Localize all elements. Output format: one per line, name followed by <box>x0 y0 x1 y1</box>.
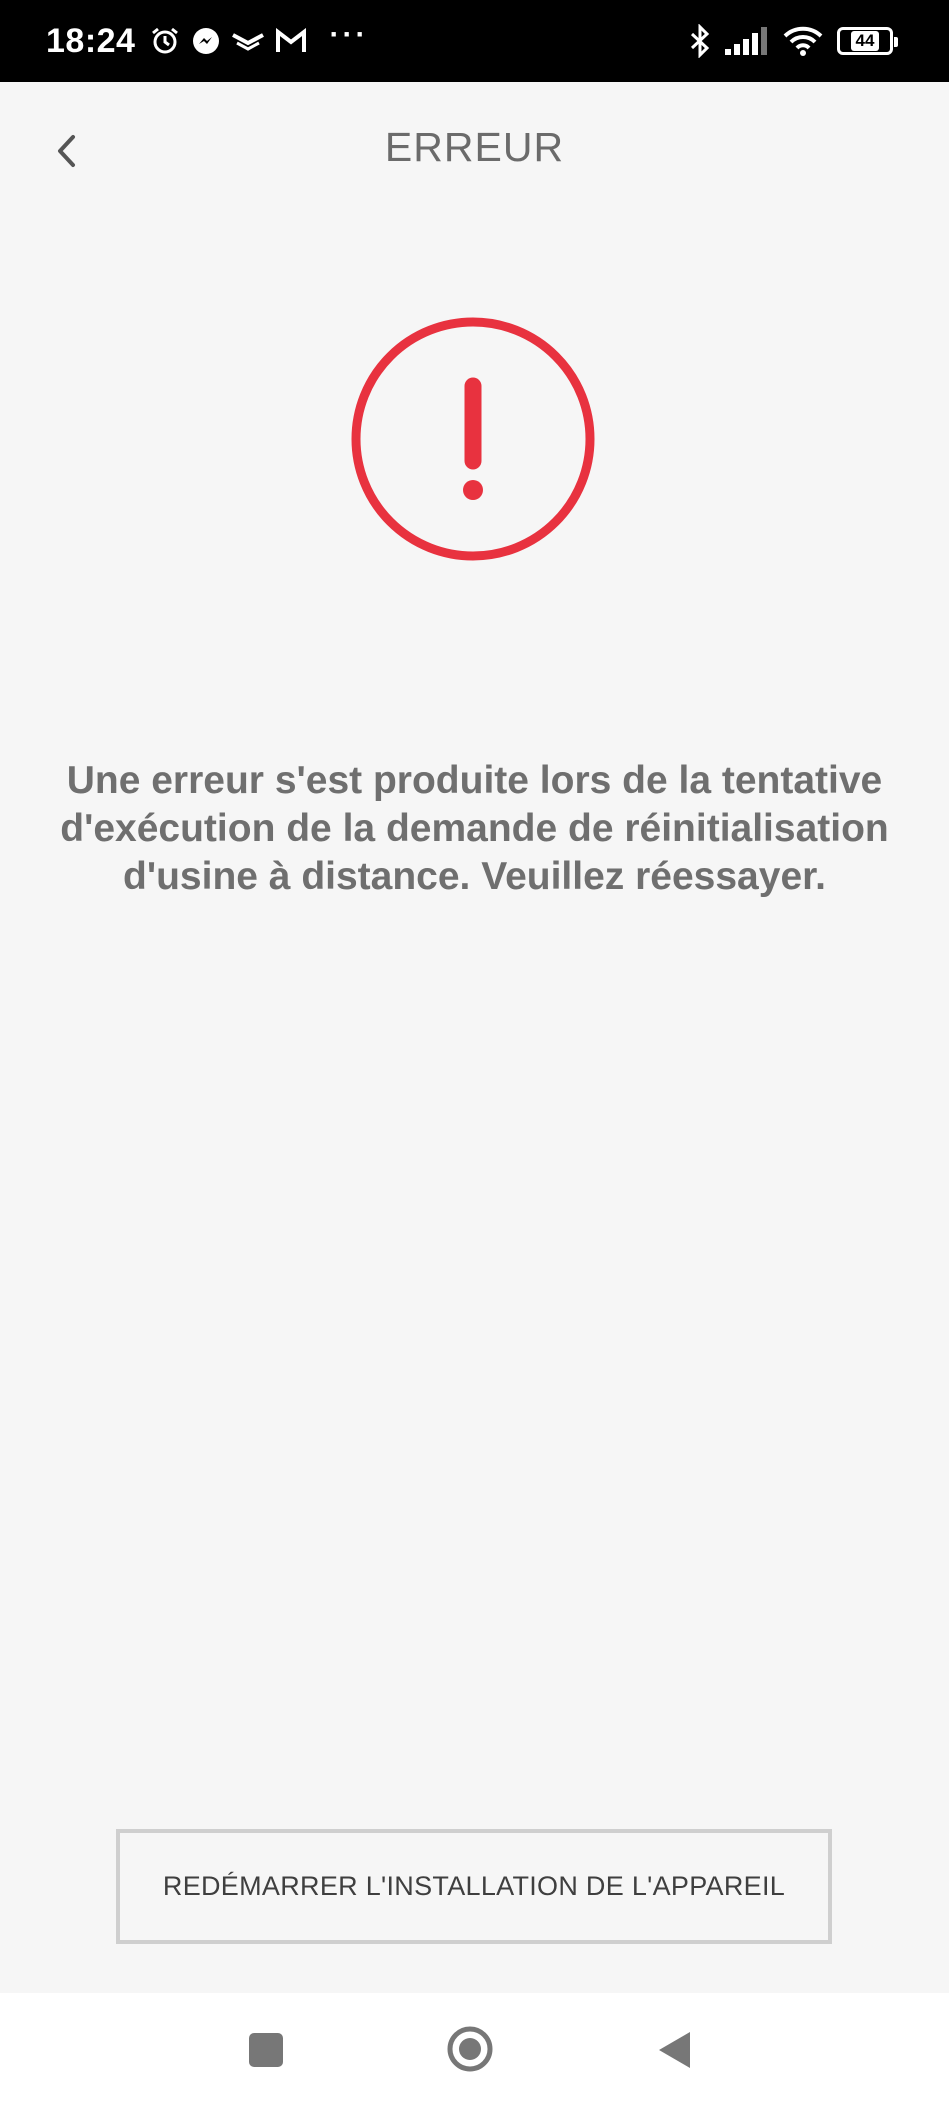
messenger-icon <box>191 26 221 56</box>
battery-icon: 44 <box>837 27 898 55</box>
app-header: ERREUR <box>0 82 949 222</box>
page-title: ERREUR <box>384 124 565 170</box>
recents-icon[interactable] <box>249 2033 283 2067</box>
signal-icon <box>725 27 769 55</box>
home-icon[interactable] <box>446 2025 494 2073</box>
status-left: 18:24 ··· <box>46 0 368 82</box>
status-bar: 18:24 ··· 44 <box>0 0 949 82</box>
status-time: 18:24 <box>46 21 136 60</box>
restart-setup-button[interactable]: REDÉMARRER L'INSTALLATION DE L'APPAREIL <box>116 1829 832 1944</box>
status-right: 44 <box>689 0 898 82</box>
notification-icon <box>231 29 265 53</box>
error-message: Une erreur s'est produite lors de la ten… <box>60 759 889 898</box>
gmail-icon <box>275 28 307 54</box>
alarm-icon <box>149 25 181 57</box>
back-icon[interactable] <box>656 2029 692 2071</box>
exclamation-circle-icon <box>350 316 596 562</box>
more-notifications: ··· <box>329 18 369 51</box>
navigation-bar <box>0 1993 949 2108</box>
wifi-icon <box>783 26 823 56</box>
battery-level: 44 <box>850 31 880 51</box>
bluetooth-icon <box>689 24 711 58</box>
